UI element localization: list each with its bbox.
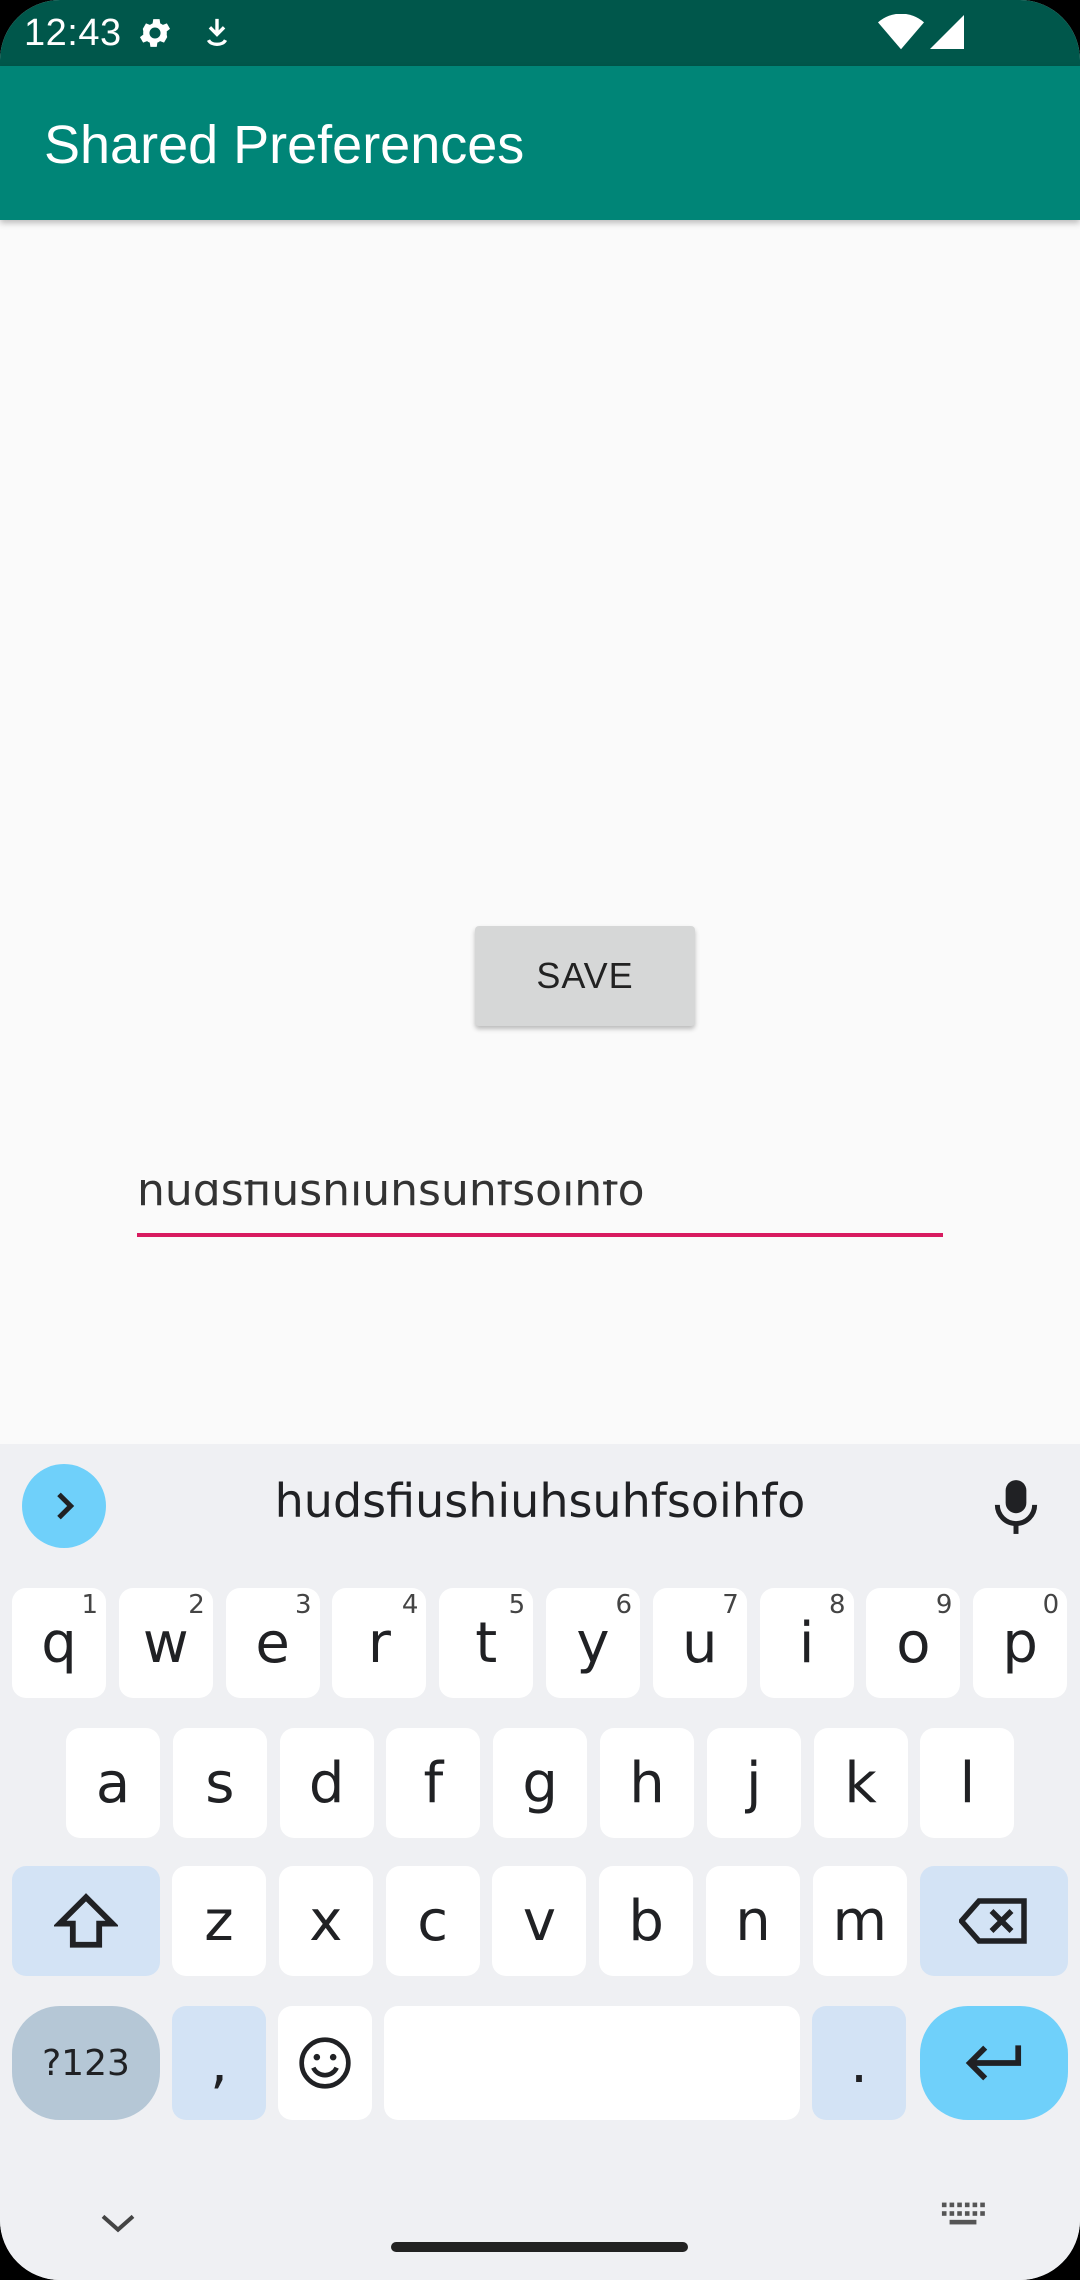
- key-w[interactable]: w2: [118, 1588, 213, 1698]
- key-hint: 6: [615, 1590, 632, 1620]
- key-label: r: [367, 1610, 391, 1676]
- enter-key[interactable]: [920, 2006, 1068, 2120]
- key-label: w: [142, 1610, 189, 1676]
- key-g[interactable]: g: [493, 1728, 588, 1838]
- home-gesture-bar[interactable]: [391, 2242, 688, 2252]
- key-p[interactable]: p0: [973, 1588, 1068, 1698]
- period-key[interactable]: .: [812, 2006, 906, 2120]
- key-label: e: [255, 1610, 290, 1676]
- key-label: i: [798, 1610, 815, 1676]
- key-label: o: [896, 1610, 931, 1676]
- download-icon: [202, 16, 232, 55]
- key-hint: 5: [508, 1590, 526, 1620]
- app-title: Shared Preferences: [44, 115, 525, 175]
- key-k[interactable]: k: [813, 1728, 908, 1838]
- space-key[interactable]: [384, 2006, 800, 2120]
- key-s[interactable]: s: [172, 1728, 267, 1838]
- backspace-icon: [959, 1898, 1027, 1944]
- shift-icon: [54, 1893, 118, 1948]
- key-label: q: [41, 1610, 77, 1676]
- key-a[interactable]: a: [66, 1728, 160, 1838]
- key-hint: 9: [935, 1590, 953, 1620]
- backspace-key[interactable]: [920, 1866, 1068, 1976]
- microphone-icon[interactable]: [990, 1478, 1042, 1541]
- key-label: u: [682, 1610, 718, 1676]
- key-v[interactable]: v: [492, 1866, 587, 1976]
- key-hint: 4: [401, 1590, 419, 1620]
- key-c[interactable]: c: [385, 1866, 480, 1976]
- gear-icon: [136, 14, 174, 57]
- key-x[interactable]: x: [278, 1866, 373, 1976]
- key-l[interactable]: l: [920, 1728, 1015, 1838]
- expand-toolbar-button[interactable]: [22, 1464, 106, 1548]
- text-input[interactable]: [137, 1180, 943, 1220]
- symbols-key[interactable]: ?123: [12, 2006, 160, 2120]
- key-label: y: [576, 1610, 610, 1676]
- emoji-key[interactable]: [278, 2006, 372, 2120]
- app-bar: Shared Preferences: [0, 66, 1080, 220]
- key-f[interactable]: f: [386, 1728, 481, 1838]
- key-y[interactable]: y6: [546, 1588, 640, 1698]
- key-e[interactable]: e3: [225, 1588, 320, 1698]
- save-button[interactable]: SAVE: [475, 926, 695, 1026]
- status-time: 12:43: [24, 12, 122, 54]
- keyboard-switch-icon[interactable]: [940, 2200, 986, 2237]
- key-m[interactable]: m: [812, 1866, 907, 1976]
- key-label: p: [1002, 1610, 1038, 1676]
- key-r[interactable]: r4: [332, 1588, 427, 1698]
- key-n[interactable]: n: [706, 1866, 800, 1976]
- shift-key[interactable]: [12, 1866, 160, 1976]
- key-z[interactable]: z: [172, 1866, 266, 1976]
- screen: 12:43 Shared Preferences SAVE hudsfiushi…: [0, 0, 1080, 2280]
- enter-arrow-icon: [965, 2045, 1022, 2081]
- key-hint: 8: [829, 1590, 846, 1620]
- comma-key[interactable]: ,: [172, 2006, 266, 2120]
- key-d[interactable]: d: [279, 1728, 374, 1838]
- key-hint: 0: [1042, 1590, 1060, 1620]
- key-hint: 1: [81, 1590, 98, 1620]
- hide-keyboard-chevron-icon[interactable]: [98, 2210, 138, 2241]
- emoji-icon: [299, 2037, 351, 2089]
- key-i[interactable]: i8: [759, 1588, 854, 1698]
- wifi-icon: [878, 13, 924, 55]
- text-field-container[interactable]: [137, 1180, 943, 1240]
- key-h[interactable]: h: [600, 1728, 694, 1838]
- soft-keyboard: hudsfiushiuhsuhfsoihfo q1w2e3r4t5y6u7i8o…: [0, 1444, 1080, 2280]
- key-b[interactable]: b: [599, 1866, 694, 1976]
- key-u[interactable]: u7: [652, 1588, 747, 1698]
- key-o[interactable]: o9: [866, 1588, 961, 1698]
- text-field-underline: [137, 1233, 943, 1237]
- key-hint: 7: [722, 1590, 739, 1620]
- key-hint: 3: [295, 1590, 312, 1620]
- chevron-right-icon: [57, 1492, 75, 1520]
- key-label: t: [475, 1610, 498, 1676]
- signal-icon: [930, 14, 964, 55]
- key-t[interactable]: t5: [439, 1588, 534, 1698]
- suggestion-text[interactable]: hudsfiushiuhsuhfsoihfo: [200, 1474, 880, 1528]
- status-bar: 12:43: [0, 0, 1080, 66]
- key-hint: 2: [188, 1590, 205, 1620]
- key-j[interactable]: j: [706, 1728, 801, 1838]
- key-q[interactable]: q1: [12, 1588, 106, 1698]
